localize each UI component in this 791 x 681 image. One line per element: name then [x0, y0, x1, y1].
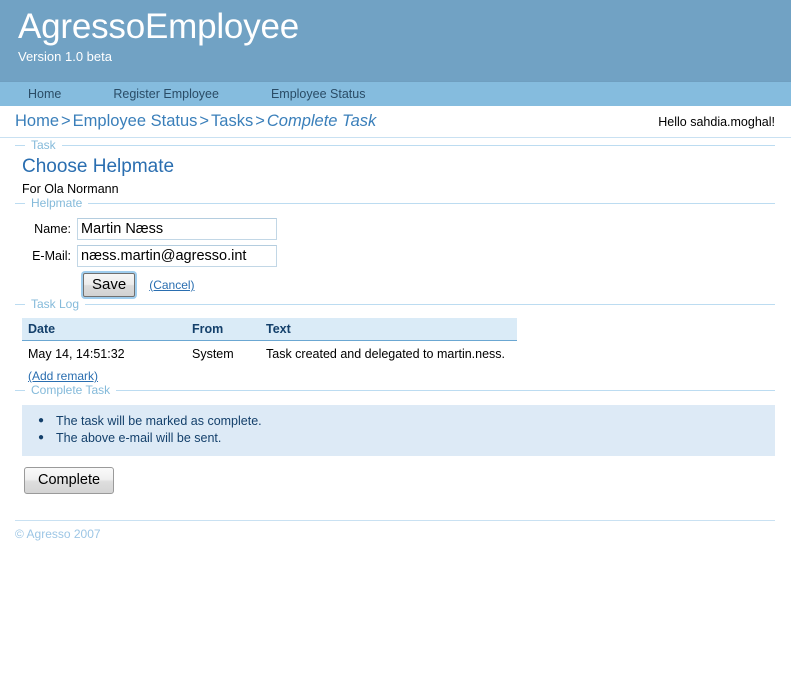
cell-date: May 14, 14:51:32: [28, 347, 125, 361]
helpmate-actions: Save (Cancel): [83, 273, 775, 297]
task-log-table: Date From Text May 14, 14:51:32 System T…: [22, 318, 517, 365]
app-version: Version 1.0 beta: [18, 49, 112, 64]
save-button[interactable]: Save: [83, 273, 136, 297]
breadcrumb-item-tasks[interactable]: Tasks: [211, 112, 253, 130]
task-section: Task Choose Helpmate For Ola Normann: [15, 138, 775, 196]
task-subject: For Ola Normann: [22, 182, 119, 196]
cell-from: System: [192, 347, 234, 361]
nav-item-employee-status[interactable]: Employee Status: [271, 87, 366, 101]
list-item: The task will be marked as complete.: [32, 412, 765, 430]
breadcrumb-current-page: Complete Task: [266, 112, 377, 130]
breadcrumb-bar: Home > Employee Status > Tasks > Complete Task…: [0, 106, 791, 138]
page-title: Choose Helpmate: [22, 156, 175, 177]
column-header-text: Text: [260, 318, 517, 341]
breadcrumb-item-home[interactable]: Home: [15, 112, 59, 130]
name-field-row: Name:: [15, 218, 775, 240]
nav-item-home[interactable]: Home: [28, 87, 61, 101]
helpmate-form: Name: E-Mail: Save (Cancel): [15, 218, 775, 297]
task-log-head: Date From Text: [22, 318, 517, 341]
cell-text: Task created and delegated to martin.nes…: [266, 347, 506, 361]
breadcrumb: Home > Employee Status > Tasks > Complete Task: [15, 112, 376, 131]
completion-notice-box: The task will be marked as complete. The…: [22, 405, 775, 456]
page-footer: © Agresso 2007: [15, 520, 775, 541]
completion-notice-list: The task will be marked as complete. The…: [32, 412, 765, 447]
table-header-row: Date From Text: [22, 318, 517, 341]
task-section-legend: Task: [31, 138, 56, 152]
main-navigation: Home Register Employee Employee Status: [0, 81, 791, 106]
helpmate-section: Helpmate Name: E-Mail: Save (Cancel): [15, 196, 775, 297]
page-content: Task Choose Helpmate For Ola Normann Hel…: [0, 138, 791, 494]
add-remark-link[interactable]: (Add remark): [28, 369, 98, 383]
breadcrumb-separator: >: [61, 112, 71, 130]
task-log-section: Task Log Date From Text May 14, 14:51:32…: [15, 297, 775, 383]
task-log-section-legend: Task Log: [31, 297, 80, 311]
name-input[interactable]: [77, 218, 277, 240]
app-title: AgressoEmployee: [18, 7, 300, 46]
name-label: Name:: [34, 222, 71, 236]
email-label: E-Mail:: [32, 249, 71, 263]
email-input[interactable]: [77, 245, 277, 267]
complete-task-section-legend: Complete Task: [31, 383, 111, 397]
user-greeting: Hello sahdia.moghal!: [658, 114, 775, 129]
list-item: The above e-mail will be sent.: [32, 429, 765, 447]
app-header-banner: AgressoEmployee Version 1.0 beta: [0, 0, 791, 81]
breadcrumb-separator: >: [255, 112, 265, 130]
column-header-date: Date: [22, 318, 186, 341]
copyright-text: © Agresso 2007: [15, 527, 101, 541]
email-field-row: E-Mail:: [15, 245, 775, 267]
breadcrumb-item-employee-status[interactable]: Employee Status: [73, 112, 198, 130]
column-header-from: From: [186, 318, 260, 341]
task-log-body: May 14, 14:51:32 System Task created and…: [22, 341, 517, 366]
table-row: May 14, 14:51:32 System Task created and…: [22, 341, 517, 366]
nav-item-register-employee[interactable]: Register Employee: [113, 87, 219, 101]
helpmate-section-legend: Helpmate: [31, 196, 83, 210]
complete-button[interactable]: Complete: [24, 467, 115, 494]
complete-task-section: Complete Task The task will be marked as…: [15, 383, 775, 494]
breadcrumb-separator: >: [199, 112, 210, 130]
cancel-link[interactable]: (Cancel): [149, 278, 194, 292]
